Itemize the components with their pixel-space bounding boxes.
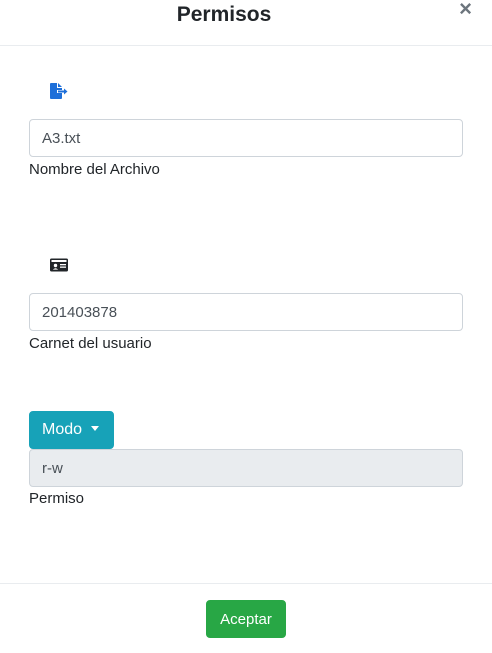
id-card-icon [49, 257, 69, 277]
permissions-modal: Permisos × Nombre del Archivo Carnet del… [0, 0, 492, 653]
modal-footer: Aceptar [0, 583, 492, 653]
user-id-label: Carnet del usuario [29, 335, 152, 352]
permission-input[interactable] [29, 449, 463, 487]
file-name-label: Nombre del Archivo [29, 161, 160, 178]
file-export-icon [49, 82, 69, 102]
close-button[interactable]: × [459, 0, 472, 20]
mode-dropdown-button[interactable]: Modo [29, 411, 114, 449]
caret-down-icon [91, 426, 100, 431]
modal-header: Permisos × [0, 0, 492, 46]
modal-title: Permisos [176, 3, 272, 26]
accept-button[interactable]: Aceptar [206, 600, 286, 638]
file-name-input[interactable] [29, 119, 463, 157]
permission-label: Permiso [29, 490, 85, 507]
mode-dropdown-label: Modo [42, 421, 83, 438]
user-id-input[interactable] [29, 293, 463, 331]
